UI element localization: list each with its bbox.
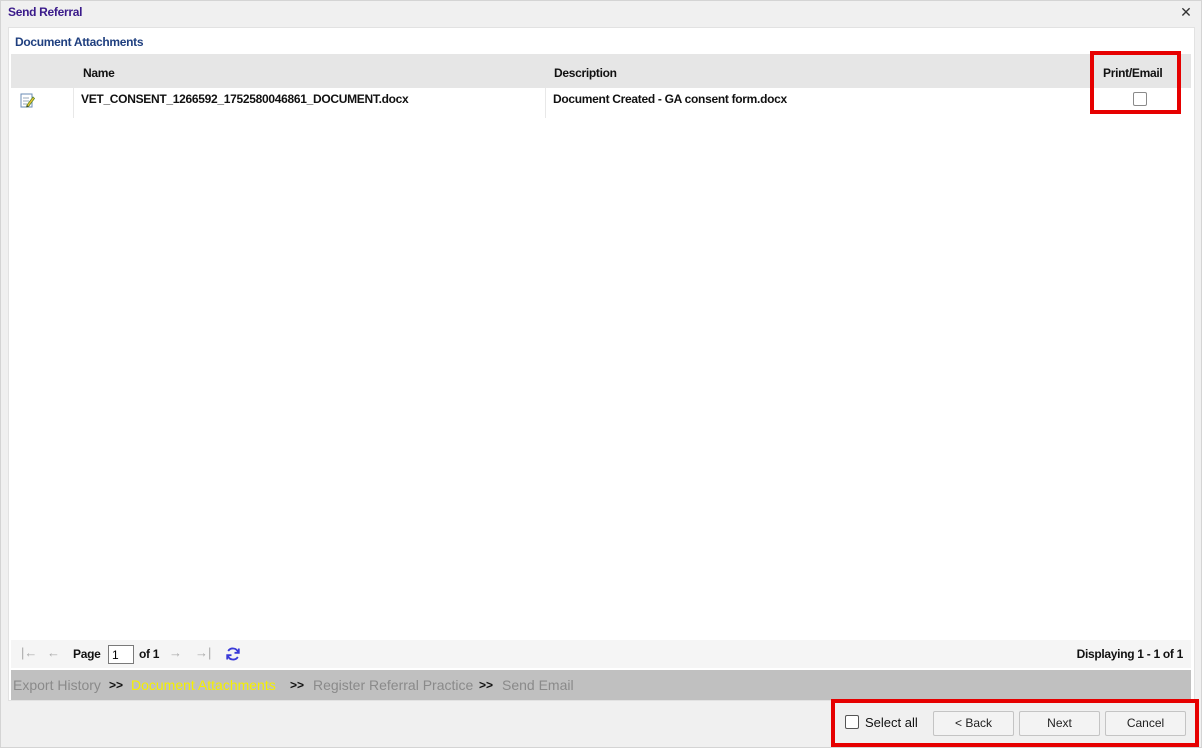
- wizard-steps: Export History >> Document Attachments >…: [11, 670, 1191, 700]
- document-attachments-panel: Document Attachments Name Description Pr…: [8, 27, 1195, 701]
- display-info: Displaying 1 - 1 of 1: [1076, 647, 1184, 661]
- table-row[interactable]: VET_CONSENT_1266592_1752580046861_DOCUME…: [11, 88, 1191, 118]
- column-header-name[interactable]: Name: [83, 66, 115, 80]
- close-icon[interactable]: ✕: [1179, 5, 1193, 19]
- step-send-email[interactable]: Send Email: [502, 677, 574, 693]
- cancel-button[interactable]: Cancel: [1105, 711, 1186, 736]
- next-button[interactable]: Next: [1019, 711, 1100, 736]
- first-page-icon[interactable]: |←: [21, 645, 37, 660]
- back-button[interactable]: < Back: [933, 711, 1014, 736]
- step-separator: >>: [479, 678, 494, 692]
- edit-document-icon[interactable]: [20, 93, 35, 108]
- step-export-history[interactable]: Export History: [13, 677, 101, 693]
- select-all-checkbox[interactable]: [845, 715, 859, 729]
- document-name: VET_CONSENT_1266592_1752580046861_DOCUME…: [81, 92, 409, 106]
- prev-page-icon[interactable]: ←: [47, 645, 60, 660]
- page-number-input[interactable]: [108, 645, 134, 664]
- panel-header: Document Attachments: [15, 35, 144, 49]
- cell-separator: [73, 88, 74, 118]
- page-count-label: of 1: [139, 647, 160, 661]
- step-separator: >>: [109, 678, 124, 692]
- window-title: Send Referral: [8, 5, 83, 19]
- page-label: Page: [73, 647, 101, 661]
- last-page-icon[interactable]: →|: [195, 645, 211, 660]
- table-header: Name Description Print/Email: [11, 54, 1191, 88]
- print-email-highlight: [1090, 51, 1181, 114]
- column-header-description[interactable]: Description: [554, 66, 617, 80]
- document-description: Document Created - GA consent form.docx: [553, 92, 787, 106]
- cell-separator: [545, 88, 546, 118]
- next-page-icon[interactable]: →: [169, 645, 182, 660]
- send-referral-window: Send Referral ✕ Document Attachments Nam…: [0, 0, 1202, 748]
- step-separator: >>: [290, 678, 305, 692]
- select-all-label[interactable]: Select all: [865, 715, 918, 730]
- refresh-icon[interactable]: [225, 646, 241, 662]
- step-document-attachments[interactable]: Document Attachments: [131, 677, 276, 693]
- step-register-referral-practice[interactable]: Register Referral Practice: [313, 677, 473, 693]
- paging-toolbar: |← ← Page of 1 → →| Displaying 1 - 1 of …: [11, 640, 1191, 668]
- title-bar: Send Referral ✕: [1, 1, 1201, 25]
